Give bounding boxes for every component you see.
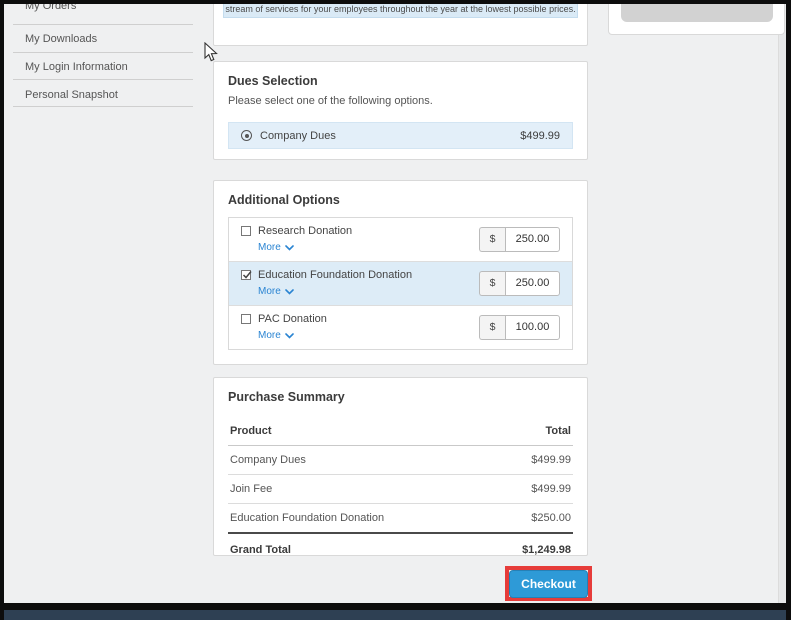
- purchase-summary-title: Purchase Summary: [228, 390, 345, 404]
- sidebar-item-my-downloads[interactable]: My Downloads: [25, 33, 97, 45]
- sidebar-item-my-login-information[interactable]: My Login Information: [25, 61, 128, 73]
- summary-row-company-dues: Company Dues $499.99: [228, 446, 573, 475]
- additional-options-title: Additional Options: [228, 193, 340, 207]
- more-link-label: More: [258, 330, 281, 341]
- pac-donation-amount-input[interactable]: [505, 314, 560, 340]
- summary-total: $499.99: [531, 483, 571, 495]
- grand-total-label: Grand Total: [230, 544, 291, 556]
- chevron-down-icon: [284, 244, 294, 251]
- membership-banner-text: stream of services for your employees th…: [225, 4, 576, 14]
- dues-selection-instruction: Please select one of the following optio…: [228, 95, 433, 107]
- membership-banner: stream of services for your employees th…: [223, 4, 578, 18]
- window-frame: My Orders My Downloads My Login Informat…: [0, 0, 791, 620]
- top-right-card: [608, 4, 785, 35]
- summary-product: Education Foundation Donation: [230, 512, 385, 524]
- more-link[interactable]: More: [258, 242, 352, 253]
- radio-selected-icon[interactable]: [241, 130, 252, 141]
- amount-input-group: $: [479, 314, 560, 340]
- summary-total: $499.99: [531, 454, 571, 466]
- additional-options-table: Research Donation More $ 250.00 Educatio…: [228, 217, 573, 350]
- more-link[interactable]: More: [258, 286, 412, 297]
- summary-grand-total-row: Grand Total $1,249.98: [228, 534, 573, 564]
- research-donation-amount-input[interactable]: [505, 226, 560, 252]
- amount-input-group: $: [479, 270, 560, 296]
- additional-options-card: Additional Options Research Donation Mor…: [213, 180, 588, 365]
- bottom-taskbar-strip: [4, 610, 786, 620]
- sidebar-divider: [13, 106, 193, 107]
- sidebar-divider: [13, 24, 193, 25]
- scrollbar-track[interactable]: [778, 4, 786, 603]
- purchase-summary-card: Purchase Summary Product Total Company D…: [213, 377, 588, 556]
- sidebar-item-personal-snapshot[interactable]: Personal Snapshot: [25, 89, 118, 101]
- checkout-button[interactable]: Checkout: [509, 569, 588, 598]
- grand-total-value: $1,249.98: [522, 544, 571, 556]
- checkbox-unchecked-icon[interactable]: [241, 314, 251, 324]
- summary-col-total: Total: [545, 425, 571, 437]
- chevron-down-icon: [284, 288, 294, 295]
- currency-addon: $: [479, 314, 505, 340]
- dues-selection-card: Dues Selection Please select one of the …: [213, 61, 588, 160]
- sidebar-item-my-orders[interactable]: My Orders: [25, 4, 76, 12]
- currency-addon: $: [479, 270, 505, 296]
- more-link-label: More: [258, 242, 281, 253]
- dues-selection-title: Dues Selection: [228, 74, 318, 88]
- summary-row-join-fee: Join Fee $499.99: [228, 475, 573, 504]
- dues-option-company-dues[interactable]: Company Dues $499.99: [228, 122, 573, 149]
- more-link-label: More: [258, 286, 281, 297]
- checkbox-unchecked-icon[interactable]: [241, 226, 251, 236]
- dues-option-label: Company Dues: [260, 129, 336, 142]
- page-viewport: My Orders My Downloads My Login Informat…: [4, 4, 786, 603]
- option-row-pac-donation: PAC Donation More $: [229, 305, 572, 349]
- amount-input-group: $: [479, 226, 560, 252]
- summary-col-product: Product: [230, 425, 272, 437]
- option-label: PAC Donation: [258, 313, 327, 325]
- summary-row-education-foundation-donation: Education Foundation Donation $250.00: [228, 504, 573, 534]
- sidebar-divider: [13, 79, 193, 80]
- summary-product: Join Fee: [230, 483, 273, 495]
- summary-total: $250.00: [531, 512, 571, 524]
- option-row-research-donation: Research Donation More $: [229, 218, 572, 261]
- currency-addon: $: [479, 226, 505, 252]
- summary-header-row: Product Total: [228, 417, 573, 446]
- purchase-summary-table: Product Total Company Dues $499.99 Join …: [228, 417, 573, 564]
- top-right-button[interactable]: [621, 4, 773, 22]
- chevron-down-icon: [284, 332, 294, 339]
- summary-product: Company Dues: [230, 454, 306, 466]
- checkbox-checked-icon[interactable]: [241, 270, 252, 280]
- option-label: Education Foundation Donation: [258, 269, 413, 281]
- option-label: Research Donation: [258, 225, 353, 237]
- more-link[interactable]: More: [258, 330, 327, 341]
- option-row-education-foundation-donation: Education Foundation Donation More $: [229, 261, 572, 305]
- education-foundation-donation-amount-input[interactable]: [505, 270, 560, 296]
- membership-info-card: stream of services for your employees th…: [213, 4, 588, 46]
- annotation-highlight-box: Checkout: [505, 566, 592, 601]
- dues-option-price: $499.99: [520, 129, 560, 142]
- sidebar-divider: [13, 52, 193, 53]
